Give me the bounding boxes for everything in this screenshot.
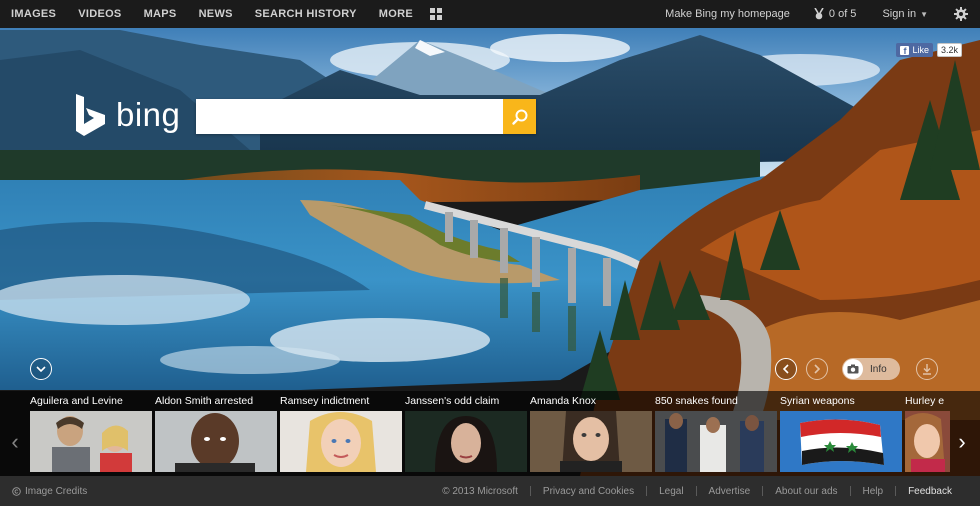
news-thumbnail [780, 411, 902, 472]
news-title: Syrian weapons [780, 395, 855, 407]
footer-divider [646, 486, 648, 496]
footer-copyright: © 2013 Microsoft [442, 485, 518, 497]
news-title: Amanda Knox [530, 395, 596, 407]
carousel-prev-button[interactable]: ‹ [3, 411, 27, 472]
previous-image-button[interactable] [775, 358, 797, 380]
search-icon [511, 109, 527, 125]
gear-icon[interactable] [954, 7, 968, 21]
news-thumbnail [155, 411, 277, 472]
footer-link-legal[interactable]: Legal [659, 486, 683, 497]
search-input[interactable] [196, 99, 503, 134]
news-title: Janssen's odd claim [405, 395, 500, 407]
footer-divider [762, 486, 764, 496]
news-item[interactable]: Syrian weapons [780, 391, 902, 476]
bing-logo-text: bing [116, 96, 181, 133]
top-navigation-bar: IMAGES VIDEOS MAPS NEWS SEARCH HISTORY M… [0, 0, 980, 28]
news-thumbnail [280, 411, 402, 472]
download-icon [923, 363, 931, 375]
footer-link-privacy[interactable]: Privacy and Cookies [543, 486, 634, 497]
image-credits-link[interactable]: Image Credits [12, 486, 87, 497]
bing-logo: bing [74, 94, 180, 136]
nav-news[interactable]: NEWS [188, 8, 244, 20]
news-carousel-items: Aguilera and Levine Aldon Smith arrested… [30, 391, 950, 476]
footer-divider [895, 486, 897, 496]
header-right: Make Bing my homepage 0 of 5 Sign in ▼ [665, 0, 980, 28]
news-item[interactable]: Ramsey indictment [280, 391, 402, 476]
news-item[interactable]: Aguilera and Levine [30, 391, 152, 476]
news-thumbnail [405, 411, 527, 472]
copyright-icon [12, 486, 21, 496]
news-thumbnail [30, 411, 152, 472]
camera-icon [843, 359, 863, 379]
footer-link-advertise[interactable]: Advertise [709, 486, 751, 497]
footer-link-about-ads[interactable]: About our ads [775, 486, 837, 497]
news-thumbnail [530, 411, 652, 472]
footer-link-help[interactable]: Help [863, 486, 884, 497]
facebook-like-button[interactable]: f Like [896, 43, 933, 57]
news-title: 850 snakes found [655, 395, 738, 407]
search-button[interactable] [503, 99, 536, 134]
footer-links: © 2013 Microsoft Privacy and Cookies Leg… [442, 476, 980, 506]
footer-divider [529, 486, 531, 496]
nav-videos[interactable]: VIDEOS [67, 8, 132, 20]
footer-link-feedback[interactable]: Feedback [908, 486, 952, 497]
scroll-down-button[interactable] [30, 358, 52, 380]
news-item[interactable]: Aldon Smith arrested [155, 391, 277, 476]
footer: Image Credits © 2013 Microsoft Privacy a… [0, 476, 980, 506]
news-item[interactable]: 850 snakes found [655, 391, 777, 476]
sign-in-button[interactable]: Sign in ▼ [882, 8, 928, 20]
chevron-right-icon [814, 364, 820, 374]
news-thumbnail [655, 411, 777, 472]
news-title: Ramsey indictment [280, 395, 370, 407]
news-item[interactable]: Amanda Knox [530, 391, 652, 476]
make-homepage-link[interactable]: Make Bing my homepage [665, 8, 790, 20]
nav-search-history[interactable]: SEARCH HISTORY [244, 8, 368, 20]
news-title: Hurley e [905, 395, 945, 407]
news-thumbnail [905, 411, 950, 472]
chevron-down-icon [36, 366, 46, 372]
footer-divider [849, 486, 851, 496]
sign-in-label: Sign in [882, 8, 917, 20]
carousel-next-button[interactable]: › [950, 411, 974, 472]
download-image-button[interactable] [916, 358, 938, 380]
news-item[interactable]: Hurley e [905, 391, 950, 476]
facebook-icon: f [900, 45, 910, 56]
facebook-like-count: 3.2k [936, 43, 962, 57]
facebook-like-label: Like [912, 45, 929, 55]
facebook-like-widget[interactable]: f Like 3.2k [896, 42, 962, 58]
nav-more[interactable]: MORE [368, 8, 424, 20]
nav-links: IMAGES VIDEOS MAPS NEWS SEARCH HISTORY M… [0, 0, 442, 28]
image-info-button[interactable]: Info [842, 358, 900, 380]
news-title: Aldon Smith arrested [155, 395, 254, 407]
search-box [196, 99, 536, 134]
bing-b-icon [76, 94, 105, 136]
apps-grid-icon[interactable] [429, 8, 442, 20]
chevron-left-icon [783, 364, 789, 374]
rewards-count: 0 of 5 [828, 8, 857, 20]
info-label: Info [870, 363, 887, 375]
next-image-button[interactable] [806, 358, 828, 380]
footer-divider [695, 486, 697, 496]
rewards-counter[interactable]: 0 of 5 [814, 8, 857, 20]
nav-images[interactable]: IMAGES [0, 8, 67, 20]
medal-icon [814, 8, 824, 20]
news-item[interactable]: Janssen's odd claim [405, 391, 527, 476]
nav-maps[interactable]: MAPS [133, 8, 188, 20]
chevron-down-icon: ▼ [920, 9, 928, 19]
image-credits-label: Image Credits [25, 485, 88, 497]
news-carousel: ‹ Aguilera and Levine Aldon Smith arrest… [0, 391, 980, 476]
news-title: Aguilera and Levine [30, 395, 123, 407]
